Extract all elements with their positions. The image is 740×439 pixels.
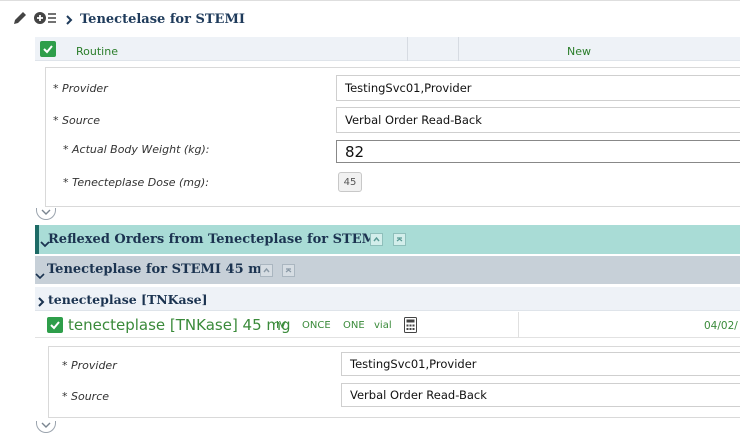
weight-label: * Actual Body Weight (kg): bbox=[63, 143, 210, 156]
frequency-label: ONCE bbox=[302, 320, 331, 331]
expand-icon[interactable] bbox=[260, 264, 273, 277]
top-border bbox=[0, 0, 740, 4]
pencil-icon[interactable] bbox=[12, 10, 28, 30]
calculator-icon[interactable] bbox=[404, 317, 417, 333]
dose-value: 45 bbox=[338, 172, 362, 192]
dose-label: * Tenecteplase Dose (mg): bbox=[63, 176, 209, 189]
order-date: 04/02/ bbox=[704, 320, 738, 332]
collapse-icon[interactable] bbox=[393, 233, 406, 246]
add-list-icon[interactable] bbox=[34, 10, 58, 30]
quantity-label: ONE bbox=[343, 320, 365, 331]
column-divider bbox=[518, 312, 519, 338]
column-divider bbox=[407, 37, 408, 61]
chevron-right-icon[interactable] bbox=[64, 11, 74, 30]
chevron-right-icon[interactable] bbox=[37, 293, 45, 312]
column-divider bbox=[458, 37, 459, 61]
order-set-title[interactable]: Tenectelase for STEMI bbox=[80, 12, 245, 27]
provider-field[interactable]: TestingSvc01,Provider bbox=[341, 352, 740, 376]
collapse-icon[interactable] bbox=[282, 264, 295, 277]
medication-group-title: tenecteplase [TNKase] bbox=[48, 292, 208, 307]
expand-icon[interactable] bbox=[370, 233, 383, 246]
source-label: * Source bbox=[53, 114, 101, 127]
order-priority-row bbox=[35, 37, 740, 61]
provider-field[interactable]: TestingSvc01,Provider bbox=[336, 75, 740, 101]
priority-label: Routine bbox=[76, 45, 118, 58]
collapse-details-button[interactable] bbox=[36, 421, 56, 433]
header-tools bbox=[12, 10, 74, 30]
subgroup-title: Tenecteplase for STEMI 45 mg bbox=[47, 262, 272, 277]
reflexed-orders-title: Reflexed Orders from Tenecteplase for ST… bbox=[48, 232, 383, 247]
collapse-details-button[interactable] bbox=[36, 208, 56, 220]
weight-input[interactable]: 82 bbox=[336, 140, 740, 163]
order-checkbox[interactable] bbox=[47, 317, 63, 333]
source-label: * Source bbox=[62, 390, 110, 403]
source-field[interactable]: Verbal Order Read-Back bbox=[341, 383, 740, 407]
unit-label: vial bbox=[374, 320, 392, 331]
source-field[interactable]: Verbal Order Read-Back bbox=[336, 107, 740, 133]
order-name[interactable]: tenecteplase [TNKase] 45 mg bbox=[68, 316, 291, 334]
chevron-down-icon[interactable] bbox=[35, 266, 45, 285]
route-label: IV bbox=[276, 320, 286, 331]
status-label: New bbox=[567, 45, 591, 58]
provider-label: * Provider bbox=[62, 359, 117, 372]
provider-label: * Provider bbox=[53, 82, 108, 95]
routine-checkbox[interactable] bbox=[40, 41, 56, 57]
